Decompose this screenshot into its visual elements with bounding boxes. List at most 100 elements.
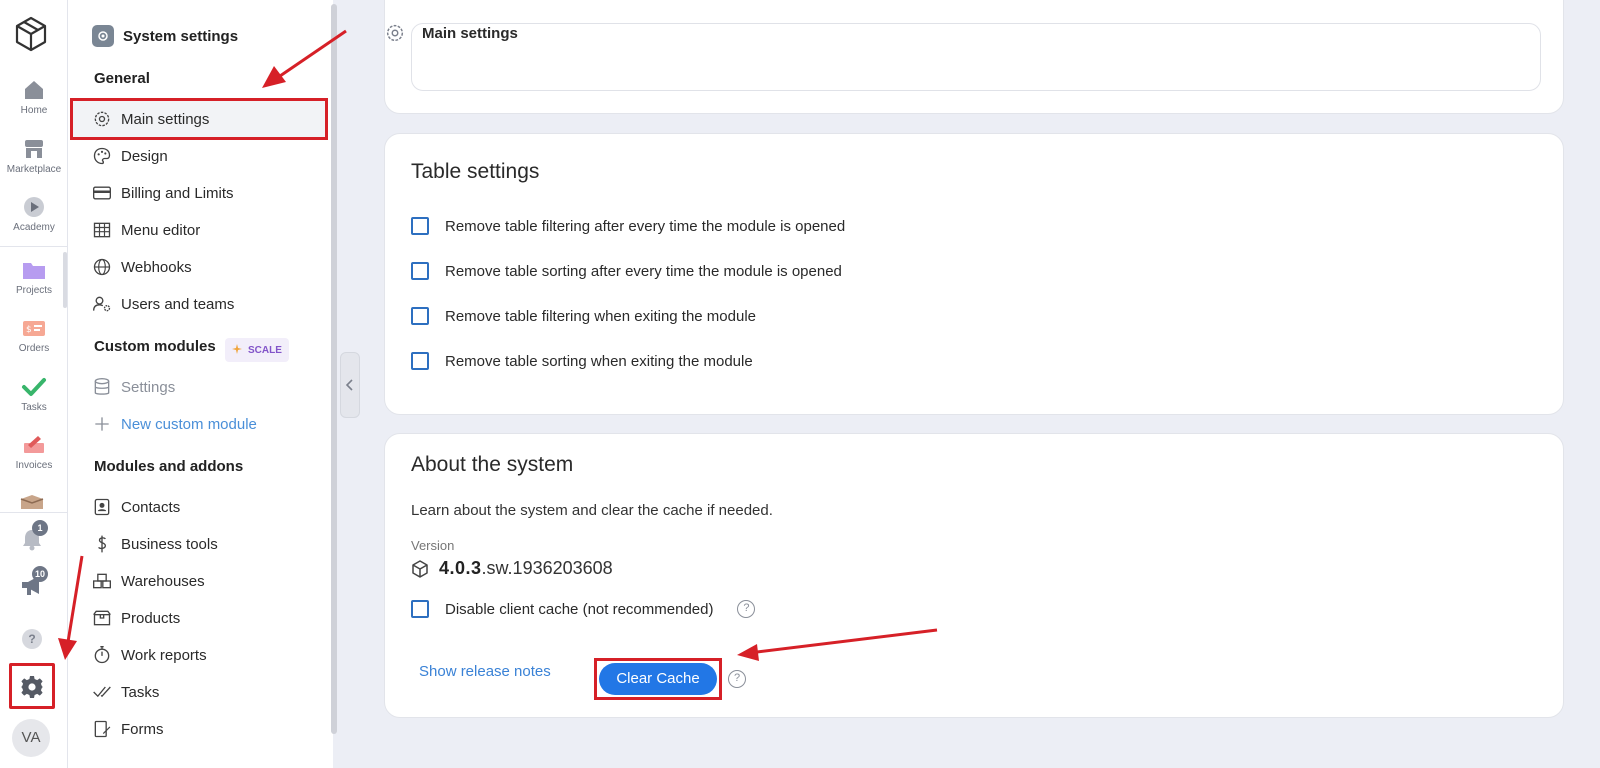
sidebar-item-design[interactable]: Design [92, 142, 168, 170]
disable-cache-row[interactable]: Disable client cache (not recommended) ? [411, 600, 756, 618]
sidebar-item-label: Design [121, 147, 168, 165]
rail-item-label: Tasks [21, 402, 47, 413]
sidebar-item-label: Warehouses [121, 572, 205, 590]
grid-icon [93, 222, 111, 238]
checkbox[interactable] [411, 600, 429, 618]
chevron-left-icon [345, 379, 353, 391]
rail-divider [0, 246, 68, 247]
sidebar-item-billing[interactable]: Billing and Limits [92, 179, 234, 207]
rail-item-projects[interactable]: Projects [0, 258, 68, 296]
table-option-row[interactable]: Remove table filtering when exiting the … [411, 307, 756, 325]
sidebar-item-label: New custom module [121, 415, 257, 433]
rail-item-label: Invoices [15, 460, 53, 471]
page-title: Main settings [422, 24, 518, 42]
collapse-sidebar-button[interactable] [340, 352, 360, 418]
sidebar-item-label: Forms [121, 720, 164, 738]
package-icon [93, 610, 111, 626]
sparkle-icon [232, 344, 242, 354]
table-option-label: Remove table filtering when exiting the … [445, 307, 757, 325]
contact-card-icon [94, 498, 110, 516]
orders-icon: $ [23, 321, 45, 336]
rail-item-label: Projects [15, 285, 53, 296]
sidebar-item-label: Business tools [121, 535, 218, 553]
scale-badge-label: SCALE [248, 344, 282, 356]
table-option-row[interactable]: Remove table filtering after every time … [411, 217, 845, 235]
table-option-row[interactable]: Remove table sorting after every time th… [411, 262, 842, 280]
section-general: General [94, 70, 150, 87]
sidebar-item-business-tools[interactable]: Business tools [92, 530, 218, 558]
rail-item-label: Academy [13, 222, 55, 233]
store-icon [25, 140, 43, 158]
checkbox[interactable] [411, 217, 429, 235]
settings-field[interactable] [411, 23, 1541, 91]
check-icon [22, 378, 46, 396]
sidebar-scrollbar[interactable] [331, 4, 337, 734]
checkbox[interactable] [411, 307, 429, 325]
sidebar-item-new-custom-module[interactable]: New custom module [92, 410, 257, 438]
rail-item-orders[interactable]: $ Orders [0, 316, 68, 354]
sidebar-item-label: Tasks [121, 683, 160, 701]
table-option-row[interactable]: Remove table sorting when exiting the mo… [411, 352, 753, 370]
table-settings-card: Table settings Remove table filtering af… [384, 133, 1564, 415]
rail-item-invoices[interactable]: Invoices [0, 433, 68, 471]
table-option-label: Remove table sorting after every time th… [445, 262, 842, 280]
form-edit-icon [94, 720, 111, 738]
double-check-icon [93, 686, 111, 698]
app-logo-icon[interactable] [14, 16, 48, 52]
checkbox[interactable] [411, 352, 429, 370]
previous-settings-card [384, 0, 1564, 114]
box-icon[interactable] [19, 495, 45, 509]
avatar[interactable]: VA [12, 719, 50, 757]
sidebar-item-menu-editor[interactable]: Menu editor [92, 216, 200, 244]
checkbox[interactable] [411, 262, 429, 280]
rail-item-home[interactable]: Home [0, 78, 68, 116]
sidebar-item-work-reports[interactable]: Work reports [92, 641, 207, 669]
rail-item-academy[interactable]: Academy [0, 195, 68, 233]
help-icon[interactable]: ? [728, 670, 746, 688]
sidebar-item-label: Users and teams [121, 295, 235, 313]
svg-text:$: $ [26, 325, 32, 335]
gear-icon [94, 111, 110, 127]
help-icon[interactable]: ? [737, 600, 756, 618]
about-description: Learn about the system and clear the cac… [411, 502, 773, 519]
sidebar-item-products[interactable]: Products [92, 604, 180, 632]
release-notes-link[interactable]: Show release notes [419, 663, 551, 680]
boxes-icon [93, 573, 111, 589]
notifications-badge: 1 [32, 520, 48, 536]
stopwatch-icon [94, 646, 110, 664]
help-icon[interactable]: ? [22, 629, 42, 649]
table-settings-title: Table settings [411, 160, 540, 183]
rail-item-label: Marketplace [6, 164, 62, 175]
sidebar-item-label: Products [121, 609, 181, 627]
table-option-label: Remove table sorting when exiting the mo… [445, 352, 753, 370]
sidebar-item-label: Work reports [121, 646, 207, 664]
sidebar-item-label: Main settings [121, 110, 210, 128]
sidebar-item-custom-settings[interactable]: Settings [92, 373, 175, 401]
system-settings-icon [92, 25, 114, 47]
sidebar-item-users-and-teams[interactable]: Users and teams [92, 290, 234, 318]
rail-item-marketplace[interactable]: Marketplace [0, 137, 68, 175]
database-icon [94, 378, 110, 395]
about-title: About the system [411, 453, 574, 476]
version-label: Version [411, 538, 455, 553]
sidebar-item-tasks[interactable]: Tasks [92, 678, 159, 706]
sidebar-item-main-settings[interactable]: Main settings [92, 105, 209, 133]
home-icon [25, 81, 43, 99]
rail-item-label: Home [20, 105, 48, 116]
play-icon [24, 197, 44, 217]
clear-cache-button[interactable]: Clear Cache [599, 663, 717, 695]
sidebar-item-forms[interactable]: Forms [92, 715, 164, 743]
sidebar-item-webhooks[interactable]: Webhooks [92, 253, 192, 281]
sidebar-item-warehouses[interactable]: Warehouses [92, 567, 205, 595]
announcements-badge: 10 [32, 566, 49, 582]
sidebar-title-text: System settings [123, 27, 239, 45]
credit-card-icon [93, 186, 111, 200]
version-suffix: .sw.1936203608 [481, 558, 613, 578]
rail-item-tasks[interactable]: Tasks [0, 375, 68, 413]
sidebar-item-label: Billing and Limits [121, 184, 234, 202]
dollar-icon [98, 535, 107, 553]
sidebar-item-contacts[interactable]: Contacts [92, 493, 180, 521]
settings-highlight-box [9, 663, 55, 709]
sidebar-item-label: Settings [121, 378, 176, 396]
gear-icon [386, 24, 404, 42]
